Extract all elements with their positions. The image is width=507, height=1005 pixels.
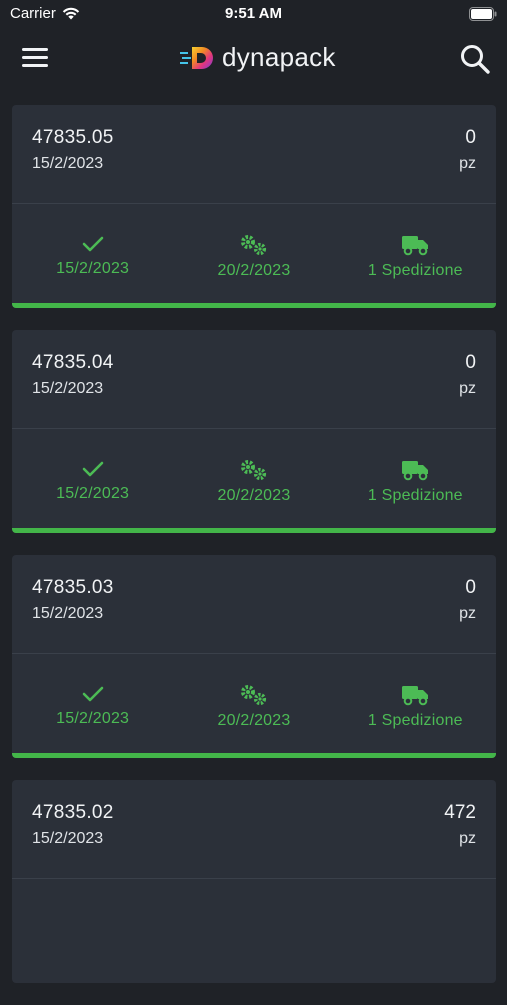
order-number: 47835.05 (32, 127, 114, 148)
order-card[interactable]: 47835.05 15/2/2023 0 pz 15/2/2023 20/2/2… (12, 105, 496, 308)
search-icon[interactable] (459, 43, 491, 75)
order-card-header: 47835.02 15/2/2023 472 pz (12, 780, 496, 879)
step-shipping-label: 1 Spedizione (367, 712, 463, 729)
order-quantity: 0 (465, 127, 476, 148)
order-card-header: 47835.04 15/2/2023 0 pz (12, 330, 496, 429)
truck-icon (402, 686, 429, 706)
order-steps: 15/2/2023 20/2/2023 1 Spedizione (12, 429, 496, 529)
order-date: 15/2/2023 (32, 155, 104, 172)
order-progress-bar (12, 303, 496, 308)
order-number: 47835.04 (32, 352, 114, 373)
order-card-header: 47835.03 15/2/2023 0 pz (12, 555, 496, 654)
order-quantity: 0 (465, 352, 476, 373)
menu-bar-line (22, 56, 48, 59)
order-progress-bar (12, 753, 496, 758)
gears-icon (240, 235, 267, 256)
order-date: 15/2/2023 (32, 605, 104, 622)
menu-bar-line (22, 64, 48, 67)
step-shipping: 1 Spedizione (335, 429, 496, 529)
step-production: 20/2/2023 (173, 654, 334, 754)
step-confirmed: 15/2/2023 (12, 204, 173, 304)
app-bar: dynapack (0, 28, 507, 94)
step-production: 20/2/2023 (173, 204, 334, 304)
checkmark-icon (82, 461, 103, 477)
dynapack-logo-icon (180, 46, 213, 69)
quantity-unit: pz (459, 605, 476, 622)
step-shipping-label: 1 Spedizione (367, 487, 463, 504)
quantity-unit: pz (459, 380, 476, 397)
order-quantity: 472 (444, 802, 476, 823)
step-shipping: 1 Spedizione (335, 204, 496, 304)
order-number: 47835.03 (32, 577, 114, 598)
step-confirmed-date: 15/2/2023 (56, 260, 130, 277)
quantity-unit: pz (459, 155, 476, 172)
checkmark-icon (82, 686, 103, 702)
order-date: 15/2/2023 (32, 380, 104, 397)
step-confirmed-date: 15/2/2023 (56, 710, 130, 727)
brand-logo: dynapack (180, 42, 336, 73)
order-card[interactable]: 47835.03 15/2/2023 0 pz 15/2/2023 20/2/2… (12, 555, 496, 758)
step-confirmed: 15/2/2023 (12, 654, 173, 754)
order-list: 47835.05 15/2/2023 0 pz 15/2/2023 20/2/2… (12, 105, 496, 1005)
order-card-header: 47835.05 15/2/2023 0 pz (12, 105, 496, 204)
step-production-date: 20/2/2023 (217, 487, 291, 504)
status-bar: Carrier 9:51 AM (0, 0, 507, 28)
step-confirmed: 15/2/2023 (12, 429, 173, 529)
step-production-date: 20/2/2023 (217, 712, 291, 729)
battery-icon (469, 7, 497, 21)
checkmark-icon (82, 236, 103, 252)
clock: 9:51 AM (225, 5, 282, 22)
gears-icon (240, 685, 267, 706)
step-confirmed-date: 15/2/2023 (56, 485, 130, 502)
step-production: 20/2/2023 (173, 429, 334, 529)
order-steps: 15/2/2023 20/2/2023 1 Spedizione (12, 654, 496, 754)
truck-icon (402, 236, 429, 256)
gears-icon (240, 460, 267, 481)
order-card[interactable]: 47835.04 15/2/2023 0 pz 15/2/2023 20/2/2… (12, 330, 496, 533)
order-number: 47835.02 (32, 802, 114, 823)
order-steps: 15/2/2023 20/2/2023 1 Spedizione (12, 204, 496, 304)
order-progress-bar (12, 528, 496, 533)
order-date: 15/2/2023 (32, 830, 104, 847)
step-shipping-label: 1 Spedizione (367, 262, 463, 279)
order-quantity: 0 (465, 577, 476, 598)
menu-bar-line (22, 48, 48, 51)
brand-name: dynapack (222, 42, 336, 72)
quantity-unit: pz (459, 830, 476, 847)
step-production-date: 20/2/2023 (217, 262, 291, 279)
truck-icon (402, 461, 429, 481)
step-shipping: 1 Spedizione (335, 654, 496, 754)
menu-button[interactable] (22, 48, 48, 70)
order-card[interactable]: 47835.02 15/2/2023 472 pz (12, 780, 496, 983)
